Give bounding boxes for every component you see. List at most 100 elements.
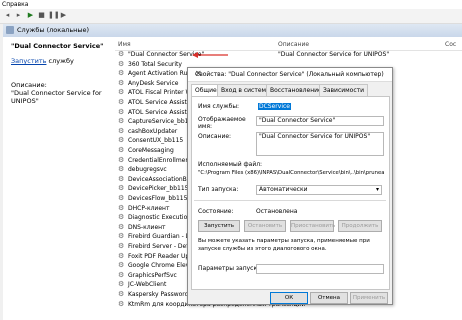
stop-icon[interactable]: ■ — [37, 11, 46, 20]
gear-icon: ⚙ — [118, 222, 125, 231]
description-label: Описание: — [11, 81, 47, 89]
service-name-cell: CaptureService_bb115 — [128, 118, 197, 126]
service-name-cell: 360 Total Security — [128, 60, 182, 68]
dialog-title-bar: Свойства: "Dual Connector Service" (Лока… — [188, 68, 392, 82]
dialog-tabs: Общие Вход в систему Восстановление Зави… — [191, 84, 389, 97]
toolbar: ◂ ▸ ▶ ■ ❚❚ ▶ — [0, 9, 462, 24]
gear-icon: ⚙ — [118, 232, 125, 241]
tab-recovery[interactable]: Восстановление — [266, 84, 326, 96]
resume-button[interactable]: Продолжить — [338, 220, 382, 232]
service-name-cell: AnyDesk Service — [128, 79, 179, 87]
service-name-cell: Google Chrome Eleva — [128, 262, 193, 270]
column-name[interactable]: Имя — [118, 41, 131, 48]
gear-icon: ⚙ — [118, 69, 125, 78]
service-name-cell: Agent Activation Runt — [128, 70, 194, 78]
gear-icon: ⚙ — [118, 290, 125, 298]
service-name-cell: CoreMessaging — [128, 147, 174, 154]
description-text: "Dual Connector Service for UNIPOS" — [11, 89, 102, 105]
service-name-cell: DHCP-клиент — [128, 204, 170, 212]
start-params-hint: Вы можете указать параметры запуска, при… — [198, 238, 370, 252]
service-detail-pane: "Dual Connector Service" Запустить служб… — [3, 37, 115, 320]
startup-type-value: Автоматически — [259, 186, 308, 193]
gear-icon: ⚙ — [118, 251, 125, 260]
column-state[interactable]: Сос — [445, 41, 456, 48]
gear-icon: ⚙ — [118, 117, 125, 126]
exe-label: Исполняемый файл: — [198, 161, 263, 168]
restart-icon[interactable]: ▶ — [59, 11, 68, 20]
gear-icon: ⚙ — [118, 270, 125, 279]
cancel-button[interactable]: Отмена — [310, 292, 348, 304]
red-arrow-annotation — [192, 52, 228, 58]
service-title: "Dual Connector Service" — [11, 42, 104, 50]
service-name-value[interactable]: DCService — [258, 103, 291, 110]
pause-icon[interactable]: ❚❚ — [48, 11, 60, 20]
gear-icon: ⚙ — [118, 59, 125, 68]
services-header: Службы (локальные) — [3, 24, 462, 38]
gear-icon: ⚙ — [118, 184, 125, 193]
divider — [194, 200, 386, 201]
service-name-cell: debugregsvc — [128, 166, 167, 174]
service-name-cell: Foxit PDF Reader Upd — [128, 252, 193, 260]
service-name-cell: Firebird Guardian - Def — [128, 233, 197, 241]
service-name-cell: JC-WebClient — [128, 281, 167, 289]
gear-icon: ⚙ — [118, 261, 125, 270]
gear-icon: ⚙ — [118, 78, 125, 87]
start-params-input[interactable] — [256, 264, 384, 274]
service-name-cell: GraphicsPerfSvc — [128, 271, 177, 279]
pause-button[interactable]: Приостановить — [290, 220, 335, 232]
gear-icon: ⚙ — [118, 242, 125, 250]
service-name-cell: DNS-клиент — [128, 223, 166, 231]
close-icon[interactable]: ✕ — [195, 69, 388, 78]
service-name-cell: Diagnostic Execution — [128, 214, 192, 222]
start-params-label: Параметры запуска: — [198, 265, 263, 272]
gear-icon: ⚙ — [118, 194, 125, 202]
ok-button[interactable]: ОК — [270, 292, 308, 304]
gear-icon: ⚙ — [118, 146, 125, 154]
description-field-label: Описание: — [198, 133, 232, 140]
start-service-line: Запустить службу — [11, 57, 74, 65]
start-service-link[interactable]: Запустить — [11, 57, 46, 65]
gear-icon: ⚙ — [118, 174, 125, 183]
services-icon — [6, 26, 14, 34]
gear-icon: ⚙ — [118, 107, 125, 116]
startup-type-select[interactable]: Автоматически ▾ — [256, 185, 382, 195]
gear-icon: ⚙ — [118, 50, 125, 58]
display-name-field[interactable]: "Dual Connector Service" — [256, 116, 384, 126]
exe-path: "C:\Program Files (x86)\INPAS\DualConnec… — [198, 170, 384, 176]
service-name-cell: DevicePicker_bb115 — [128, 185, 189, 193]
stop-button[interactable]: Остановить — [244, 220, 286, 232]
table-row[interactable]: ⚙ "Dual Connector Service" "Dual Connector… — [115, 50, 462, 59]
tab-general-panel: Имя службы: DCService Отображаемое имя: … — [191, 96, 390, 290]
start-service-suffix: службу — [46, 57, 74, 65]
state-label: Состояние: — [198, 208, 234, 215]
start-button[interactable]: Запустить — [198, 220, 240, 232]
column-description[interactable]: Описание — [278, 41, 309, 48]
gear-icon: ⚙ — [118, 299, 125, 308]
service-name-cell: CredentialEnrollment — [128, 156, 192, 164]
properties-dialog: Свойства: "Dual Connector Service" (Лока… — [187, 67, 393, 305]
gear-icon: ⚙ — [118, 155, 125, 164]
service-name-cell: ConsentUX_bb115 — [128, 137, 184, 145]
play-icon[interactable]: ▶ — [26, 11, 35, 20]
back-icon[interactable]: ◂ — [3, 11, 12, 20]
gear-icon: ⚙ — [118, 203, 125, 212]
display-name-label: Отображаемое имя: — [198, 116, 246, 130]
gear-icon: ⚙ — [118, 126, 125, 135]
description-field[interactable]: "Dual Connector Service for UNIPOS" — [256, 132, 384, 156]
service-name-cell: ATOL Fiscal Printer W — [128, 89, 192, 97]
gear-icon: ⚙ — [118, 88, 125, 97]
tab-dependencies[interactable]: Зависимости — [319, 84, 369, 96]
menu-help[interactable]: Справка — [2, 1, 28, 8]
column-header: Имя Описание Сос — [115, 37, 462, 51]
header-title: Службы (локальные) — [17, 26, 90, 34]
menu-bar: Справка — [0, 0, 462, 9]
service-name-cell: cashBoxUpdater — [128, 127, 178, 135]
gear-icon: ⚙ — [118, 165, 125, 174]
gear-icon: ⚙ — [118, 280, 125, 289]
gear-icon: ⚙ — [118, 98, 125, 106]
service-name-label: Имя службы: — [198, 103, 240, 110]
startup-type-label: Тип запуска: — [198, 186, 239, 193]
forward-icon[interactable]: ▸ — [14, 11, 23, 20]
service-name-cell: DevicesFlow_bb115 — [128, 195, 188, 202]
apply-button[interactable]: Применить — [350, 292, 388, 304]
